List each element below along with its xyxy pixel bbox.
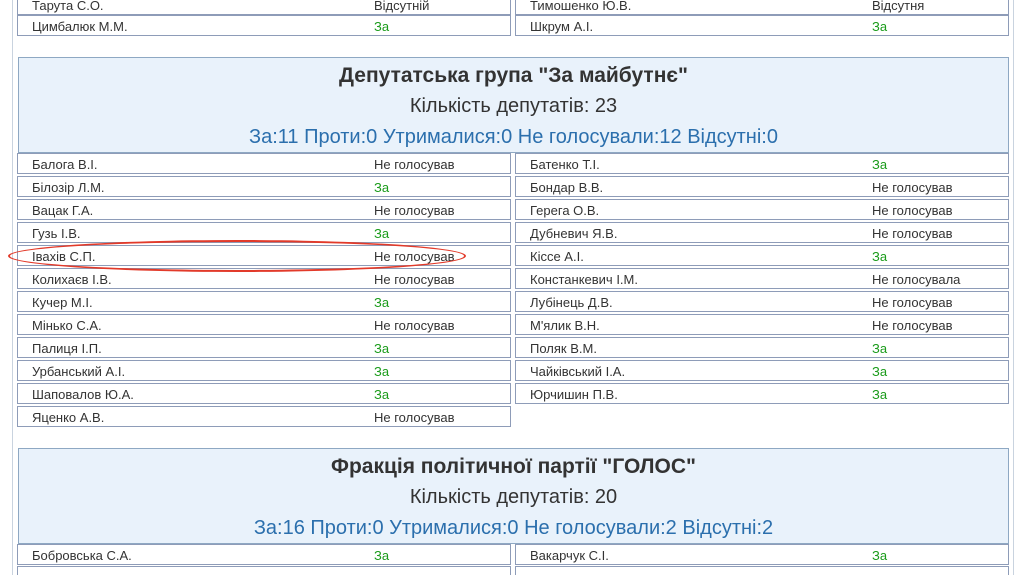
deputy-name: Цимбалюк М.М.: [32, 19, 128, 34]
table-row: [515, 566, 1009, 575]
vote-status: За: [374, 341, 390, 356]
vote-status: За: [872, 19, 888, 34]
vote-status: Не голосував: [374, 157, 455, 172]
deputy-name: Тимошенко Ю.В.: [530, 0, 632, 13]
vote-status: За: [374, 19, 390, 34]
vote-status: Відсутній: [374, 0, 430, 13]
table-row: Батенко Т.І. За: [515, 153, 1009, 174]
group-header: Депутатська група "За майбутнє" Кількіст…: [18, 57, 1009, 153]
vote-status: За: [872, 364, 888, 379]
deputy-name: Тарута С.О.: [32, 0, 104, 13]
deputy-name: Вакарчук С.І.: [530, 548, 609, 563]
deputy-name: Мінько С.А.: [32, 318, 102, 333]
deputy-name: Герега О.В.: [530, 203, 600, 218]
table-row: М'ялик В.Н. Не голосував: [515, 314, 1009, 335]
vote-status: Не голосував: [374, 272, 455, 287]
table-row: Мінько С.А. Не голосував: [17, 314, 511, 335]
table-row: Яценко А.В. Не голосував: [17, 406, 511, 427]
table-row: Констанкевич І.М. Не голосувала: [515, 268, 1009, 289]
vote-status: За: [872, 249, 888, 264]
deputy-name: Яценко А.В.: [32, 410, 105, 425]
table-row: Юрчишин П.В. За: [515, 383, 1009, 404]
table-row: Палиця І.П. За: [17, 337, 511, 358]
vote-status: За: [872, 387, 888, 402]
deputy-name: Івахів С.П.: [32, 249, 96, 264]
table-row: Лубінець Д.В. Не голосував: [515, 291, 1009, 312]
vote-status: Не голосував: [872, 203, 953, 218]
vote-status: Не голосував: [374, 249, 455, 264]
deputy-name: Бондар В.В.: [530, 180, 604, 195]
table-row: Вакарчук С.І. За: [515, 544, 1009, 565]
deputy-count: Кількість депутатів: 20: [409, 486, 618, 508]
deputy-name: Балога В.І.: [32, 157, 98, 172]
vote-status: За: [872, 341, 888, 356]
deputy-name: Лубінець Д.В.: [530, 295, 613, 310]
deputy-name: Гузь І.В.: [32, 226, 81, 241]
table-row: Івахів С.П. Не голосував: [17, 245, 511, 266]
table-row: [17, 566, 511, 575]
table-row: Тарута С.О. Відсутній: [17, 0, 511, 15]
table-row: Дубневич Я.В. Не голосував: [515, 222, 1009, 243]
vote-status: Не голосував: [872, 318, 953, 333]
vote-status: За: [374, 387, 390, 402]
table-row: Бобровська С.А. За: [17, 544, 511, 565]
vote-status: За: [872, 157, 888, 172]
table-row: Тимошенко Ю.В. Відсутня: [515, 0, 1009, 15]
deputy-name: Палиця І.П.: [32, 341, 102, 356]
group-title: Фракція політичної партії "ГОЛОС": [331, 455, 696, 478]
deputy-name: Колихаєв І.В.: [32, 272, 112, 287]
vote-status: За: [872, 548, 888, 563]
deputy-name: Вацак Г.А.: [32, 203, 94, 218]
table-row: Чайківський І.А. За: [515, 360, 1009, 381]
table-row: Білозір Л.М. За: [17, 176, 511, 197]
vote-summary: За:11 Проти:0 Утрималися:0 Не голосували…: [249, 126, 778, 148]
vote-status: За: [374, 364, 390, 379]
table-row: Кучер М.І. За: [17, 291, 511, 312]
table-row: Цимбалюк М.М. За: [17, 15, 511, 36]
vote-summary: За:16 Проти:0 Утрималися:0 Не голосували…: [253, 517, 774, 539]
deputy-name: М'ялик В.Н.: [530, 318, 600, 333]
vote-status: За: [374, 226, 390, 241]
vote-status: Не голосувала: [872, 272, 961, 287]
deputy-name: Бобровська С.А.: [32, 548, 132, 563]
deputy-name: Юрчишин П.В.: [530, 387, 618, 402]
deputy-name: Білозір Л.М.: [32, 180, 105, 195]
table-row: Колихаєв І.В. Не голосував: [17, 268, 511, 289]
table-row: Поляк В.М. За: [515, 337, 1009, 358]
table-row: Вацак Г.А. Не голосував: [17, 199, 511, 220]
table-row: Шаповалов Ю.А. За: [17, 383, 511, 404]
table-row: Кіссе А.І. За: [515, 245, 1009, 266]
vote-status: Не голосував: [374, 203, 455, 218]
table-row: Бондар В.В. Не голосував: [515, 176, 1009, 197]
deputy-name: Поляк В.М.: [530, 341, 597, 356]
group-title: Депутатська група "За майбутнє": [339, 64, 688, 87]
table-row: Герега О.В. Не голосував: [515, 199, 1009, 220]
group-header: Фракція політичної партії "ГОЛОС" Кількі…: [18, 448, 1009, 544]
deputy-count: Кількість депутатів: 23: [409, 95, 618, 117]
table-row: Балога В.І. Не голосував: [17, 153, 511, 174]
deputy-name: Кучер М.І.: [32, 295, 93, 310]
vote-status: За: [374, 548, 390, 563]
vote-status: Не голосував: [374, 318, 455, 333]
deputy-name: Урбанський А.І.: [32, 364, 126, 379]
deputy-name: Шкрум А.І.: [530, 19, 594, 34]
deputy-name: Констанкевич І.М.: [530, 272, 638, 287]
vote-status: Не голосував: [872, 226, 953, 241]
deputy-name: Кіссе А.І.: [530, 249, 584, 264]
table-row: Гузь І.В. За: [17, 222, 511, 243]
vote-status: За: [374, 295, 390, 310]
deputy-name: Шаповалов Ю.А.: [32, 387, 134, 402]
deputy-name: Дубневич Я.В.: [530, 226, 618, 241]
table-row: Урбанський А.І. За: [17, 360, 511, 381]
vote-status: Не голосував: [374, 410, 455, 425]
deputy-name: Чайківський І.А.: [530, 364, 626, 379]
vote-status: За: [374, 180, 390, 195]
deputy-name: Батенко Т.І.: [530, 157, 600, 172]
vote-results-page: Тарута С.О. Відсутній Тимошенко Ю.В. Від…: [12, 0, 1014, 575]
vote-status: Відсутня: [872, 0, 925, 13]
vote-status: Не голосував: [872, 180, 953, 195]
table-row: Шкрум А.І. За: [515, 15, 1009, 36]
vote-status: Не голосував: [872, 295, 953, 310]
